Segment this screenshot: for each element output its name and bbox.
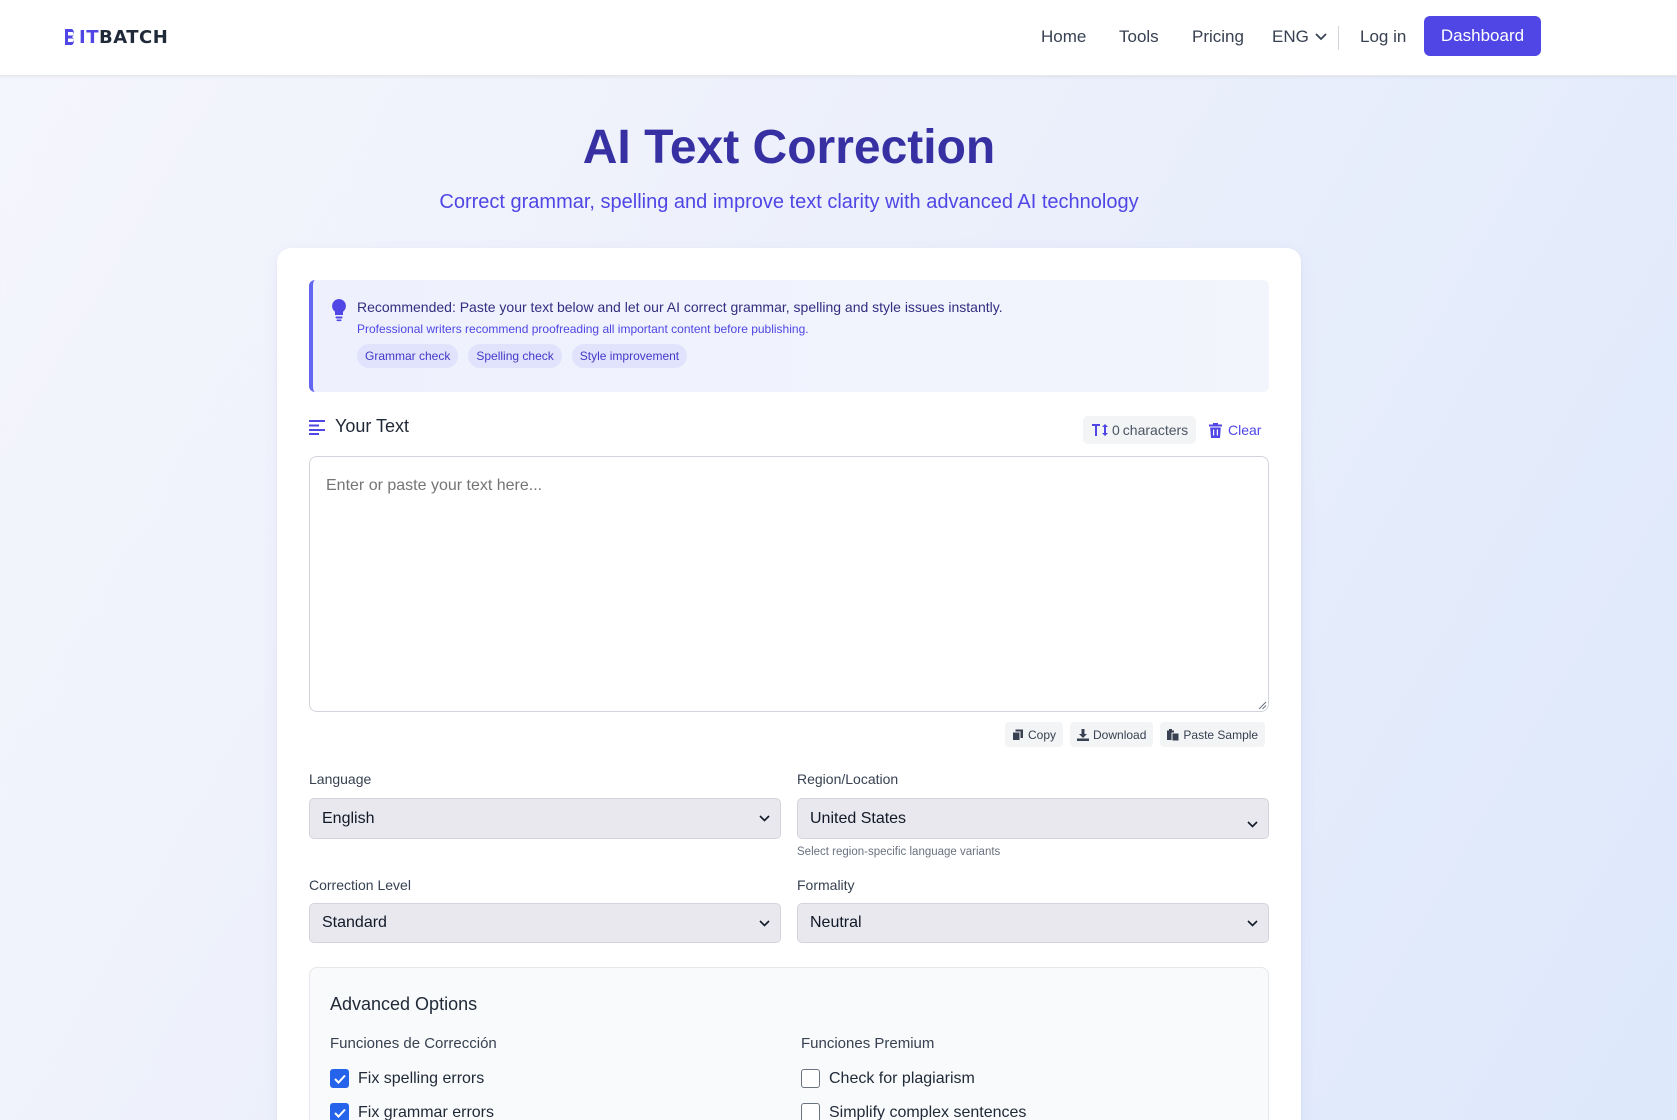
formality-label: Formality bbox=[797, 877, 855, 893]
recommendation-banner: Recommended: Paste your text below and l… bbox=[309, 280, 1269, 392]
page-subtitle: Correct grammar, spelling and improve te… bbox=[439, 191, 1139, 213]
checkbox-unchecked[interactable] bbox=[801, 1069, 820, 1088]
chevron-down-icon bbox=[759, 920, 770, 927]
option-label: Check for plagiarism bbox=[829, 1069, 975, 1087]
site-logo[interactable]: IT BATCH bbox=[62, 25, 168, 49]
nav-pricing[interactable]: Pricing bbox=[1192, 27, 1244, 47]
logo-text-it: IT bbox=[79, 26, 99, 48]
correction-features-title: Funciones de Corrección bbox=[330, 1035, 497, 1052]
option-check-plagiarism[interactable]: Check for plagiarism bbox=[801, 1069, 975, 1088]
checkmark-icon bbox=[333, 1108, 346, 1118]
checkbox-checked[interactable] bbox=[330, 1069, 349, 1088]
formality-select[interactable]: Neutral bbox=[797, 903, 1269, 943]
chevron-down-icon bbox=[1315, 33, 1327, 41]
checkbox-unchecked[interactable] bbox=[801, 1103, 820, 1120]
page-title: AI Text Correction bbox=[582, 121, 996, 174]
copy-button-label: Copy bbox=[1028, 727, 1057, 742]
editor-title: Your Text bbox=[335, 416, 410, 436]
logo-text-batch: BATCH bbox=[98, 26, 169, 48]
download-button-label: Download bbox=[1093, 727, 1147, 742]
region-hint: Select region-specific language variants bbox=[797, 846, 1001, 858]
region-label: Region/Location bbox=[797, 771, 899, 787]
download-button[interactable]: Download bbox=[1070, 722, 1154, 747]
correction-level-label: Correction Level bbox=[309, 877, 411, 893]
text-height-icon bbox=[1092, 424, 1108, 436]
language-select-value: English bbox=[322, 809, 375, 827]
recommendation-subtext: Professional writers recommend proofread… bbox=[357, 322, 809, 336]
language-select[interactable]: English bbox=[309, 798, 781, 839]
option-fix-spelling[interactable]: Fix spelling errors bbox=[330, 1069, 484, 1088]
tag-style-improvement: Style improvement bbox=[571, 344, 688, 368]
download-icon bbox=[1077, 728, 1090, 741]
recommendation-text: Recommended: Paste your text below and l… bbox=[357, 299, 1003, 315]
nav-login[interactable]: Log in bbox=[1360, 27, 1406, 47]
correction-card: Recommended: Paste your text below and l… bbox=[277, 248, 1301, 1120]
option-label: Fix spelling errors bbox=[358, 1069, 485, 1087]
resize-handle-icon[interactable] bbox=[1257, 700, 1267, 710]
top-navbar: IT BATCH Home Tools Pricing ENG Log in D… bbox=[0, 0, 1677, 76]
advanced-options-panel: Advanced Options Funciones de Corrección… bbox=[309, 967, 1269, 1120]
copy-button[interactable]: Copy bbox=[1005, 722, 1064, 747]
paste-sample-button[interactable]: Paste Sample bbox=[1160, 722, 1266, 747]
language-selector-label: ENG bbox=[1272, 27, 1309, 46]
clear-button[interactable]: Clear bbox=[1209, 422, 1261, 438]
checkbox-checked[interactable] bbox=[330, 1103, 349, 1120]
language-label: Language bbox=[309, 771, 372, 787]
correction-level-value: Standard bbox=[322, 914, 387, 931]
text-input[interactable] bbox=[309, 456, 1269, 712]
tag-grammar-check: Grammar check bbox=[357, 344, 459, 368]
region-select[interactable]: United States bbox=[797, 798, 1269, 839]
character-count-value: 0 bbox=[1112, 422, 1120, 438]
premium-features-title: Funciones Premium bbox=[801, 1035, 935, 1052]
region-select-value: United States bbox=[810, 809, 907, 827]
feature-tags: Grammar check Spelling check Style impro… bbox=[357, 344, 688, 368]
advanced-options-title: Advanced Options bbox=[330, 994, 478, 1014]
editor-header: Your Text bbox=[309, 416, 409, 437]
option-simplify-sentences[interactable]: Simplify complex sentences bbox=[801, 1103, 1026, 1120]
text-align-icon bbox=[309, 419, 325, 435]
dashboard-button[interactable]: Dashboard bbox=[1424, 16, 1541, 56]
language-selector[interactable]: ENG bbox=[1272, 27, 1327, 47]
checkmark-icon bbox=[333, 1074, 346, 1084]
option-fix-grammar[interactable]: Fix grammar errors bbox=[330, 1103, 494, 1120]
formality-value: Neutral bbox=[810, 914, 862, 931]
paste-icon bbox=[1167, 728, 1180, 741]
logo-b-icon bbox=[62, 27, 79, 47]
paste-sample-button-label: Paste Sample bbox=[1183, 727, 1259, 742]
clear-button-label: Clear bbox=[1228, 422, 1262, 438]
chevron-down-icon bbox=[1247, 821, 1258, 828]
copy-icon bbox=[1012, 729, 1023, 741]
correction-level-select[interactable]: Standard bbox=[309, 903, 781, 943]
character-counter: 0 characters bbox=[1083, 416, 1197, 444]
option-label: Simplify complex sentences bbox=[829, 1103, 1027, 1120]
option-label: Fix grammar errors bbox=[358, 1103, 495, 1120]
editor-actions: Copy Download Paste Sample bbox=[1005, 722, 1266, 747]
nav-home[interactable]: Home bbox=[1041, 27, 1086, 47]
lightbulb-icon bbox=[332, 299, 346, 322]
nav-divider bbox=[1338, 26, 1339, 50]
chevron-down-icon bbox=[1247, 920, 1258, 927]
chevron-down-icon bbox=[759, 815, 770, 822]
trash-icon bbox=[1209, 422, 1222, 438]
character-count-label: characters bbox=[1122, 422, 1189, 438]
nav-tools[interactable]: Tools bbox=[1119, 27, 1159, 47]
tag-spelling-check: Spelling check bbox=[468, 344, 562, 368]
